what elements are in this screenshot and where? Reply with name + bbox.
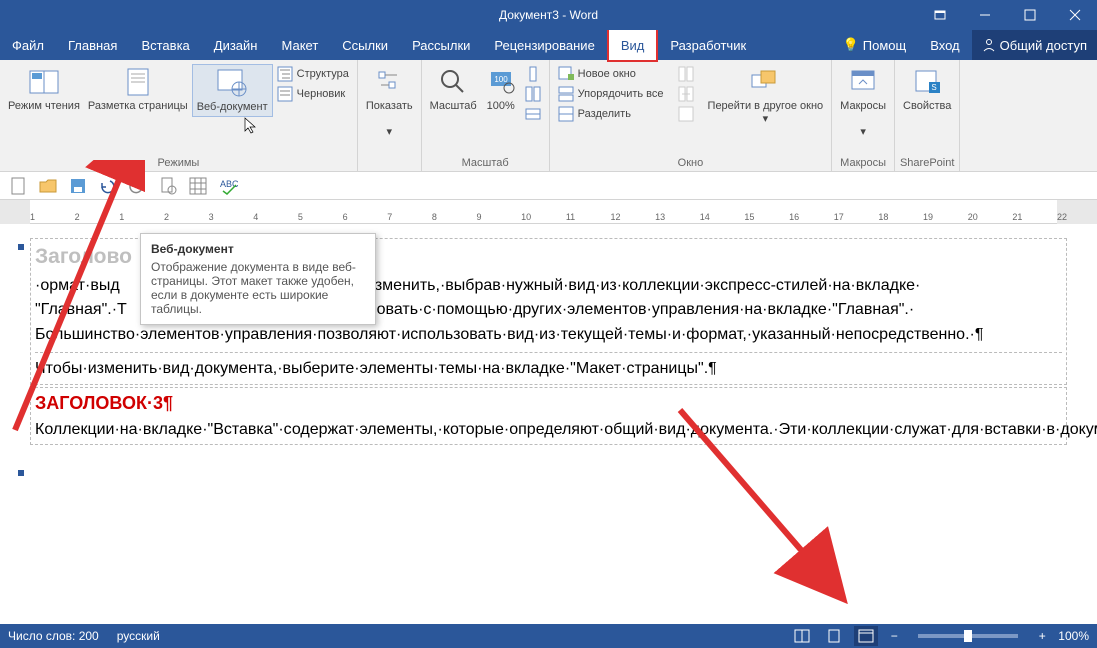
sync-icon bbox=[678, 86, 694, 102]
tab-mailings[interactable]: Рассылки bbox=[400, 30, 482, 60]
show-button[interactable]: Показать▾ bbox=[362, 64, 417, 142]
web-layout-icon bbox=[216, 67, 248, 99]
zoom-100-button[interactable]: 100 100% bbox=[481, 64, 521, 115]
reset-icon bbox=[678, 106, 694, 122]
bullet-icon bbox=[18, 470, 24, 476]
arrange-icon bbox=[558, 86, 574, 102]
group-views: Режим чтения Разметка страницы Веб-докум… bbox=[0, 60, 358, 171]
ribbon: Режим чтения Разметка страницы Веб-докум… bbox=[0, 60, 1097, 172]
zoom-level[interactable]: 100% bbox=[1058, 629, 1089, 643]
ruler[interactable]: 1212345678910111213141516171819202122 bbox=[0, 200, 1097, 224]
page-width-icon bbox=[525, 106, 541, 122]
menubar: Файл Главная Вставка Дизайн Макет Ссылки… bbox=[0, 30, 1097, 60]
outline-button[interactable]: Структура bbox=[273, 64, 353, 84]
switch-windows-button[interactable]: Перейти в другое окно ▾ bbox=[704, 64, 828, 128]
arrange-all-button[interactable]: Упорядочить все bbox=[554, 84, 668, 104]
ribbon-display-icon[interactable] bbox=[917, 0, 962, 30]
annotation-arrow-1 bbox=[5, 160, 145, 440]
reset-pos-button[interactable] bbox=[674, 104, 698, 124]
tooltip-web-layout: Веб-документ Отображение документа в вид… bbox=[140, 233, 376, 325]
split-icon bbox=[558, 106, 574, 122]
zoom-button[interactable]: Масштаб bbox=[426, 64, 481, 115]
side-icon bbox=[678, 66, 694, 82]
print-layout-button[interactable]: Разметка страницы bbox=[84, 64, 192, 115]
svg-text:S: S bbox=[932, 83, 937, 92]
switch-icon bbox=[749, 66, 781, 98]
zoom-100-icon: 100 bbox=[485, 66, 517, 98]
macros-button[interactable]: Макросы▾ bbox=[836, 64, 890, 142]
word-count[interactable]: Число слов: 200 bbox=[8, 629, 99, 643]
group-show: Показать▾ bbox=[358, 60, 422, 171]
multi-page-button[interactable] bbox=[521, 84, 545, 104]
page-width-button[interactable] bbox=[521, 104, 545, 124]
zoom-icon bbox=[437, 66, 469, 98]
annotation-arrow-2 bbox=[670, 400, 870, 610]
read-mode-button[interactable]: Режим чтения bbox=[4, 64, 84, 115]
zoom-in-button[interactable]: + bbox=[1034, 629, 1050, 643]
signin[interactable]: Вход bbox=[918, 30, 971, 60]
macros-icon bbox=[847, 66, 879, 98]
zoom-slider[interactable] bbox=[918, 634, 1018, 638]
new-window-button[interactable]: Новое окно bbox=[554, 64, 668, 84]
tab-layout[interactable]: Макет bbox=[269, 30, 330, 60]
print-layout-view-icon[interactable] bbox=[822, 626, 846, 646]
properties-button[interactable]: S Свойства bbox=[899, 64, 955, 115]
tell-me[interactable]: 💡Помощ bbox=[831, 30, 919, 60]
tab-review[interactable]: Рецензирование bbox=[482, 30, 606, 60]
show-icon bbox=[373, 66, 405, 98]
paragraph-3: Коллекции·на·вкладке·"Вставка"·содержат·… bbox=[35, 418, 1062, 443]
properties-icon: S bbox=[911, 66, 943, 98]
outline-icon bbox=[277, 66, 293, 82]
tab-file[interactable]: Файл bbox=[0, 30, 56, 60]
tooltip-body: Отображение документа в виде веб-страниц… bbox=[151, 260, 365, 316]
tab-design[interactable]: Дизайн bbox=[202, 30, 270, 60]
web-layout-view-icon[interactable] bbox=[854, 626, 878, 646]
sync-scroll-button[interactable] bbox=[674, 84, 698, 104]
split-button[interactable]: Разделить bbox=[554, 104, 668, 124]
window-title: Документ3 - Word bbox=[499, 8, 598, 22]
read-mode-view-icon[interactable] bbox=[790, 626, 814, 646]
group-sharepoint: S Свойства SharePoint bbox=[895, 60, 960, 171]
tab-view[interactable]: Вид bbox=[607, 28, 659, 62]
statusbar: Число слов: 200 русский − + 100% bbox=[0, 624, 1097, 648]
minimize-button[interactable] bbox=[962, 0, 1007, 30]
group-zoom: Масштаб 100 100% Масштаб bbox=[422, 60, 550, 171]
draft-button[interactable]: Черновик bbox=[273, 84, 353, 104]
web-layout-button[interactable]: Веб-документ bbox=[192, 64, 273, 117]
zoom-thumb[interactable] bbox=[964, 630, 972, 642]
print-preview-icon[interactable] bbox=[158, 176, 178, 196]
language[interactable]: русский bbox=[117, 629, 160, 643]
tab-developer[interactable]: Разработчик bbox=[658, 30, 758, 60]
draft-icon bbox=[277, 86, 293, 102]
spelling-icon[interactable]: ABC bbox=[218, 176, 238, 196]
svg-text:ABC: ABC bbox=[220, 179, 238, 189]
print-layout-icon bbox=[122, 66, 154, 98]
new-window-icon bbox=[558, 66, 574, 82]
cursor-icon bbox=[244, 117, 258, 135]
one-page-icon bbox=[525, 66, 541, 82]
svg-text:100: 100 bbox=[494, 75, 508, 84]
one-page-button[interactable] bbox=[521, 64, 545, 84]
group-window: Новое окно Упорядочить все Разделить Пер… bbox=[550, 60, 833, 171]
titlebar: Документ3 - Word bbox=[0, 0, 1097, 30]
tooltip-title: Веб-документ bbox=[151, 242, 365, 256]
read-mode-icon bbox=[28, 66, 60, 98]
share-button[interactable]: Общий доступ bbox=[972, 30, 1097, 60]
multi-page-icon bbox=[525, 86, 541, 102]
close-button[interactable] bbox=[1052, 0, 1097, 30]
group-macros: Макросы▾ Макросы bbox=[832, 60, 895, 171]
tab-home[interactable]: Главная bbox=[56, 30, 129, 60]
zoom-out-button[interactable]: − bbox=[886, 629, 902, 643]
quick-access-toolbar: ABC bbox=[0, 172, 1097, 200]
paragraph-2: Чтобы·изменить·вид·документа,·выберите·э… bbox=[35, 357, 1062, 382]
maximize-button[interactable] bbox=[1007, 0, 1052, 30]
heading-3: ЗАГОЛОВОК·3¶ bbox=[35, 390, 1062, 418]
tab-references[interactable]: Ссылки bbox=[330, 30, 400, 60]
tab-insert[interactable]: Вставка bbox=[129, 30, 201, 60]
view-side-button[interactable] bbox=[674, 64, 698, 84]
table-icon[interactable] bbox=[188, 176, 208, 196]
